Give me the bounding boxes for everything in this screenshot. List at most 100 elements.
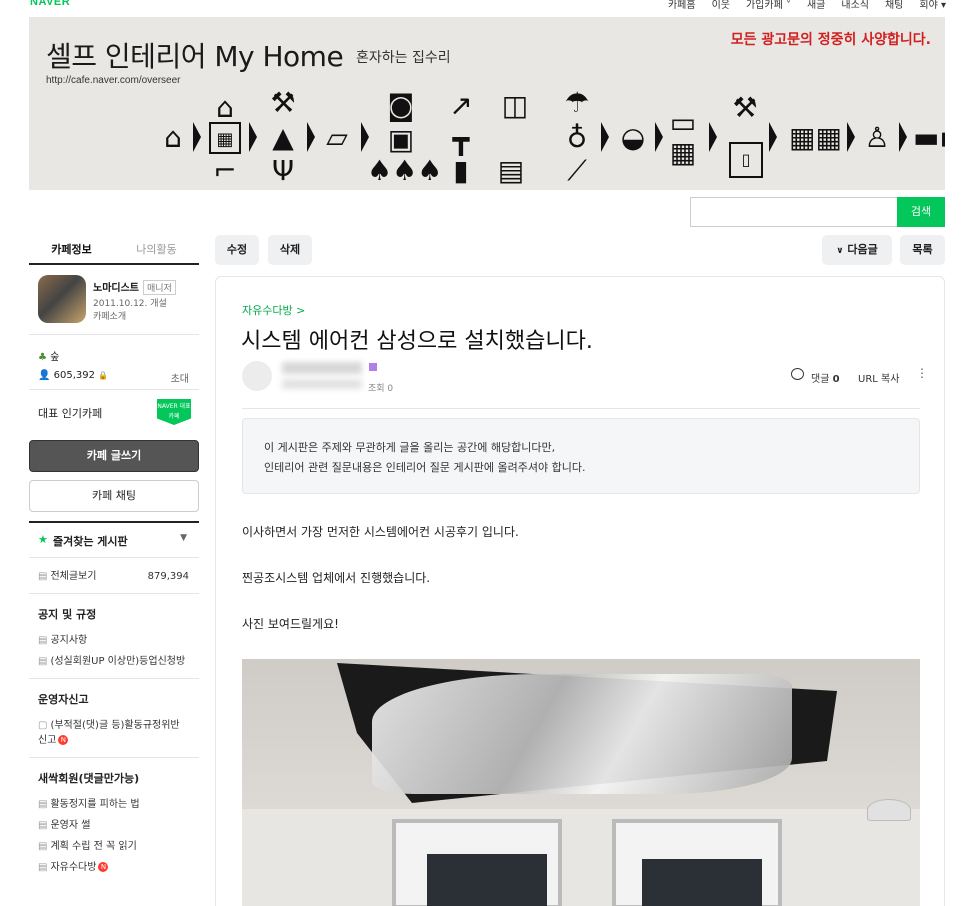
manager-name[interactable]: 노마디스트 매니저 [93, 279, 176, 295]
more-options-icon[interactable]: ⋮ [916, 366, 928, 380]
manager-name-text[interactable]: 노마디스트 [93, 283, 139, 294]
menu-item-all-posts[interactable]: ▤ 전체글보기 879,394 [29, 566, 199, 587]
body-paragraph: 찐공조시스템 업체에서 진행했습니다. [242, 571, 431, 585]
arrow-right-icon [361, 122, 371, 152]
demolition-icon: ⚒ [270, 86, 296, 119]
edit-button[interactable]: 수정 [215, 235, 259, 265]
arrow-right-icon [193, 122, 203, 152]
next-post-button[interactable]: ∨ 다음글 [822, 235, 892, 265]
notice-line: 인테리어 관련 질문내용은 인테리어 질문 게시판에 올려주셔야 합니다. [264, 461, 586, 474]
cafe-intro-link[interactable]: 카페소개 [93, 309, 126, 322]
cafe-banner[interactable]: 셀프 인테리어 My Home 혼자하는 집수리 http://cafe.nav… [29, 17, 945, 190]
sidebar-tabs: 카페정보 나의활동 [29, 235, 199, 265]
menu-item-label: 활동정지를 피하는 법 [50, 799, 140, 810]
cafe-grade[interactable]: ♣ 숲 [38, 348, 59, 363]
shower-icon: ☂ [564, 86, 590, 119]
tab-cafe-info[interactable]: 카페정보 [29, 235, 114, 263]
cafe-since: 2011.10.12. 개설 [93, 299, 167, 309]
gnb-link-neighbors[interactable]: 이웃 [712, 0, 730, 11]
gnb-link-joined-cafes[interactable]: 가입카페 ˅ [746, 0, 791, 11]
menu-item-label: (성실회원UP 이상만)등업신청방 [50, 656, 186, 667]
invite-link[interactable]: 초대 [171, 370, 189, 385]
tab-my-activity[interactable]: 나의활동 [114, 235, 199, 263]
moving-truck-icon: ▬▪ [913, 121, 945, 154]
menu-item-notice[interactable]: ▤ 공지사항 [29, 630, 199, 651]
gnb-link-user-menu[interactable]: 회야 ▾ [919, 0, 946, 11]
arrow-right-icon [709, 122, 719, 152]
board-icon: ▢ [38, 720, 48, 731]
naver-logo[interactable]: NAVER [30, 0, 70, 8]
menu-item-label: 공지사항 [50, 635, 88, 646]
menu-item-admin-story[interactable]: ▤ 운영자 썰 [29, 815, 199, 836]
menu-item-label: 운영자 썰 [50, 820, 91, 831]
menu-item-planning[interactable]: ▤ 계획 수립 전 꼭 읽기 [29, 836, 199, 857]
menu-item-avoid-ban[interactable]: ▤ 활동정지를 피하는 법 [29, 794, 199, 815]
list-button[interactable]: 목록 [900, 235, 945, 265]
comment-link[interactable]: 댓글 0 [811, 370, 840, 385]
arrow-right-icon [655, 122, 665, 152]
url-copy-button[interactable]: URL 복사 [858, 370, 899, 385]
popular-cafe-badge[interactable]: NAVER 대표카페 [157, 399, 191, 425]
tile-icon: ▦ [669, 136, 697, 169]
caulking-icon: ⟋ [567, 154, 587, 187]
search-button[interactable]: 검색 [897, 197, 945, 227]
members-icon: 👤 [38, 370, 51, 381]
new-badge-icon: N [58, 735, 69, 745]
all-posts-count: 879,394 [147, 571, 189, 582]
comment-icon[interactable] [791, 368, 804, 380]
gnb-link-new-posts[interactable]: 새글 [807, 0, 825, 11]
menu-item-label: 계획 수립 전 꼭 읽기 [50, 841, 137, 852]
star-icon: ★ [38, 533, 48, 546]
menu-item-violation-report[interactable]: ▢ (부적절(댓)글 등)활동규정위반 신고 N [29, 715, 199, 751]
menu-item-label: 자유수다방 [50, 862, 97, 873]
menu-item-free-talk[interactable]: ▤ 자유수다방 N [29, 857, 199, 878]
board-breadcrumb[interactable]: 자유수다방 > [242, 302, 305, 318]
gnb-link-cafe-home[interactable]: 카페홈 [668, 0, 696, 11]
popular-cafe: 대표 인기카페 NAVER 대표카페 [29, 390, 199, 430]
author-name-blurred[interactable] [282, 362, 362, 374]
manager-badge: 매니저 [143, 280, 176, 295]
delete-button[interactable]: 삭제 [268, 235, 312, 265]
drill-icon: ┳ [452, 123, 470, 156]
board-icon: ▤ [38, 820, 48, 831]
board-icon: ▤ [38, 656, 48, 667]
cafe-search-input[interactable] [690, 197, 898, 227]
cafe-chat-button[interactable]: 카페 채팅 [29, 480, 199, 512]
cafe-grade-label: 숲 [50, 352, 60, 363]
cafe-sidebar: 카페정보 나의활동 노마디스트 매니저 2011.10.12. 개설 카페소개 ♣… [29, 235, 199, 884]
photo-window [427, 854, 547, 906]
manager-avatar[interactable] [38, 275, 86, 323]
favorite-boards-label: 즐겨찾는 게시판 [53, 535, 128, 548]
photo-plastic-cover [372, 674, 792, 794]
body-paragraph: 사진 보여드릴게요! [242, 617, 339, 631]
view-count: 조회 0 [368, 384, 394, 394]
menu-group-newbie: 새싹회원(댓글만가능) ▤ 활동정지를 피하는 법 ▤ 운영자 썰 ▤ 계획 수립 전… [29, 757, 199, 884]
board-icon: ▤ [38, 841, 48, 852]
caret-down-icon[interactable]: ▼ [180, 533, 187, 543]
forest-icon: ♣ [38, 352, 47, 363]
bathtub-icon: ◫ [501, 89, 529, 122]
menu-group-report: 운영자신고 ▢ (부적절(댓)글 등)활동규정위반 신고 N [29, 678, 199, 757]
menu-group-title: 운영자신고 [38, 693, 89, 706]
favorite-boards[interactable]: ★ 즐겨찾는 게시판 ▼ [29, 521, 199, 557]
gnb-link-my-news[interactable]: 내소식 [841, 0, 869, 11]
board-icon: ▤ [38, 571, 48, 582]
gnb-link-chat[interactable]: 채팅 [885, 0, 903, 11]
body-paragraph: 이사하면서 가장 먼저한 시스템에어컨 시공후기 입니다. [242, 525, 519, 539]
comment-label: 댓글 [811, 374, 830, 385]
lock-icon: 🔒 [98, 371, 109, 380]
board-icon: ▤ [38, 862, 48, 873]
author-avatar[interactable] [242, 361, 272, 391]
arrow-right-icon [249, 122, 259, 152]
menu-item-levelup[interactable]: ▤ (성실회원UP 이상만)등업신청방 [29, 651, 199, 672]
toilet-icon: ♁ [566, 121, 588, 154]
article-photo[interactable] [242, 659, 920, 906]
arrow-right-icon [307, 122, 317, 152]
outlet-icon: ◙ [387, 89, 415, 122]
photo-ceiling-fixture [867, 799, 911, 821]
write-post-button[interactable]: 카페 글쓰기 [29, 440, 199, 472]
menu-group-title: 새싹회원(댓글만가능) [38, 772, 140, 785]
all-posts-label: 전체글보기 [50, 571, 97, 582]
member-count[interactable]: 👤 605,392 🔒 [38, 370, 108, 381]
post-date-blurred [282, 379, 362, 389]
